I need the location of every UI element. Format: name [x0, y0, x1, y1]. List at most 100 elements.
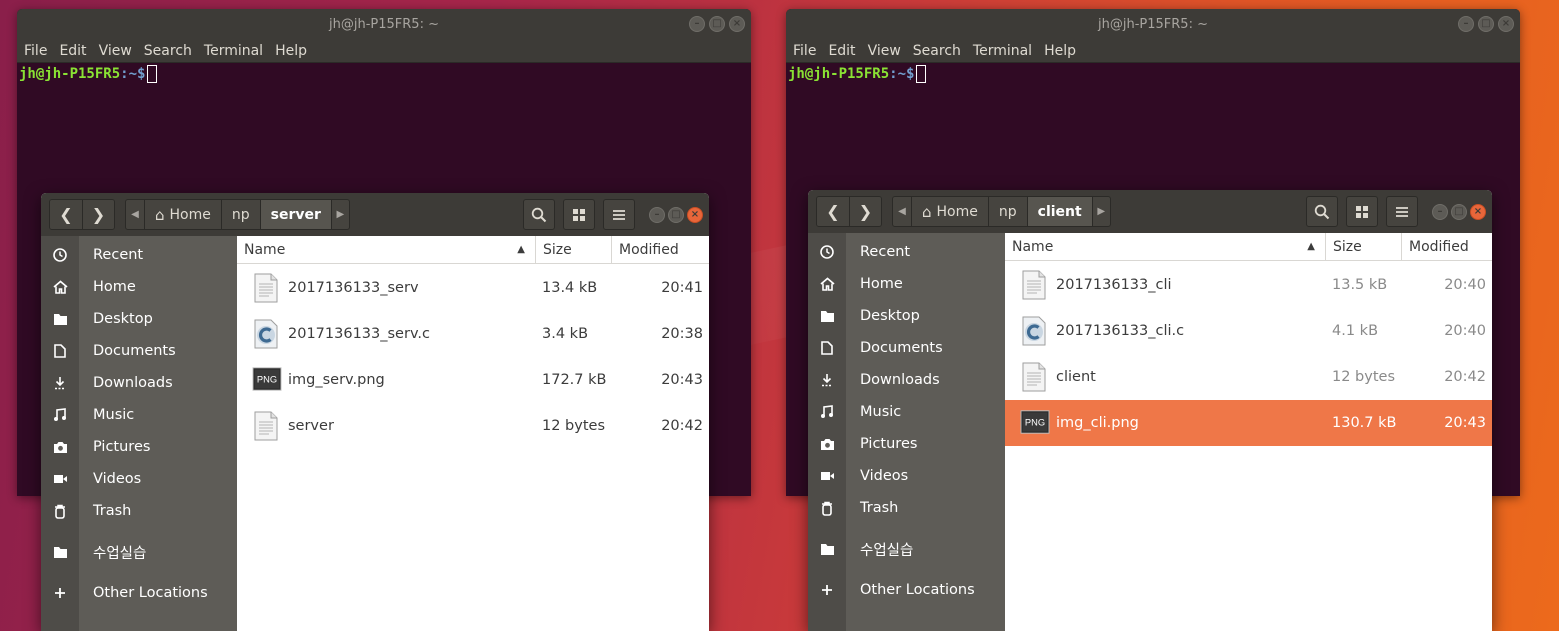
sidebar-item-3[interactable]: Documents	[41, 335, 237, 367]
menu-help[interactable]: Help	[270, 43, 314, 59]
table-row[interactable]: PNG img_serv.png 172.7 kB 20:43	[237, 357, 709, 403]
sidebar-item-8[interactable]: Trash	[808, 492, 1005, 524]
close-button[interactable]: ×	[1498, 16, 1514, 32]
navigation-buttons: ❮ ❯	[49, 199, 115, 230]
crumb-current[interactable]: client	[1026, 197, 1092, 226]
maximize-button[interactable]: □	[1478, 16, 1494, 32]
sidebar-item-10[interactable]: Other Locations	[41, 577, 237, 609]
table-row[interactable]: 2017136133_cli.c 4.1 kB 20:40	[1005, 308, 1492, 354]
menu-edit[interactable]: Edit	[823, 43, 862, 59]
menu-search[interactable]: Search	[139, 43, 199, 59]
close-button[interactable]: ×	[687, 206, 703, 223]
terminal-titlebar[interactable]: jh@jh-P15FR5: ~ – □ ×	[17, 9, 751, 39]
menu-file[interactable]: File	[19, 43, 54, 59]
sidebar-item-label: Downloads	[93, 375, 173, 391]
sidebar-item-label: Trash	[93, 503, 132, 519]
crumb-current[interactable]: server	[259, 200, 331, 229]
maximize-button[interactable]: □	[668, 206, 684, 223]
sidebar-item-7[interactable]: Videos	[808, 460, 1005, 492]
forward-button[interactable]: ❯	[82, 200, 114, 229]
menu-terminal[interactable]: Terminal	[968, 43, 1039, 59]
plus-icon	[41, 587, 79, 599]
file-size: 13.4 kB	[542, 280, 598, 296]
file-manager-window-client[interactable]: ❮ ❯ ◀ ⌂ Home np client ▶ – □ × Recent Home Desktop Doc…	[808, 190, 1492, 631]
table-row[interactable]: 2017136133_serv 13.4 kB 20:41	[237, 265, 709, 311]
crumb-home[interactable]: ⌂ Home	[144, 200, 221, 229]
column-header-modified[interactable]: Modified	[1402, 233, 1492, 260]
sidebar-item-5[interactable]: Music	[808, 396, 1005, 428]
table-row[interactable]: PNG img_cli.png 130.7 kB 20:43	[1005, 400, 1492, 446]
sidebar-item-7[interactable]: Videos	[41, 463, 237, 495]
back-button[interactable]: ❮	[50, 200, 82, 229]
trash-icon	[808, 501, 846, 516]
path-scroll-left[interactable]: ◀	[126, 200, 144, 229]
sidebar-item-1[interactable]: Home	[41, 271, 237, 303]
sidebar-item-6[interactable]: Pictures	[808, 428, 1005, 460]
sidebar-item-0[interactable]: Recent	[808, 236, 1005, 268]
crumb-label: Home	[169, 206, 211, 223]
column-header-size[interactable]: Size	[536, 236, 612, 263]
back-button[interactable]: ❮	[817, 197, 849, 226]
minimize-button[interactable]: –	[689, 16, 705, 32]
column-header-size[interactable]: Size	[1326, 233, 1402, 260]
sidebar-item-4[interactable]: Downloads	[808, 364, 1005, 396]
menu-terminal[interactable]: Terminal	[199, 43, 270, 59]
menu-help[interactable]: Help	[1039, 43, 1083, 59]
column-header-name[interactable]: Name ▲	[237, 236, 536, 263]
minimize-button[interactable]: –	[1432, 203, 1448, 220]
trash-icon	[41, 504, 79, 519]
menu-view[interactable]: View	[863, 43, 908, 59]
sidebar-item-9[interactable]: 수업실습	[808, 533, 1005, 565]
view-toggle-button[interactable]	[563, 199, 595, 230]
menu-button[interactable]	[1386, 196, 1418, 227]
crumb-home[interactable]: ⌂ Home	[911, 197, 988, 226]
menu-edit[interactable]: Edit	[54, 43, 93, 59]
sidebar-item-8[interactable]: Trash	[41, 495, 237, 527]
terminal-output[interactable]: jh@jh-P15FR5:~$	[786, 63, 1520, 85]
terminal-titlebar[interactable]: jh@jh-P15FR5: ~ – □ ×	[786, 9, 1520, 39]
table-row[interactable]: 2017136133_cli 13.5 kB 20:40	[1005, 262, 1492, 308]
c-source-icon	[1020, 316, 1048, 346]
path-scroll-left[interactable]: ◀	[893, 197, 911, 226]
menu-file[interactable]: File	[788, 43, 823, 59]
sidebar-item-9[interactable]: 수업실습	[41, 536, 237, 568]
places-sidebar: Recent Home Desktop Documents Downloads Music…	[41, 236, 237, 631]
sidebar-item-4[interactable]: Downloads	[41, 367, 237, 399]
terminal-output[interactable]: jh@jh-P15FR5:~$	[17, 63, 751, 85]
sidebar-item-5[interactable]: Music	[41, 399, 237, 431]
file-name-cell: server	[237, 411, 536, 441]
maximize-button[interactable]: □	[1451, 203, 1467, 220]
table-row[interactable]: 2017136133_serv.c 3.4 kB 20:38	[237, 311, 709, 357]
folder-icon	[41, 313, 79, 326]
close-button[interactable]: ×	[729, 16, 745, 32]
view-toggle-button[interactable]	[1346, 196, 1378, 227]
sidebar-item-2[interactable]: Desktop	[41, 303, 237, 335]
path-scroll-right[interactable]: ▶	[330, 200, 349, 229]
column-header-name[interactable]: Name ▲	[1005, 233, 1326, 260]
window-controls: – □ ×	[689, 9, 745, 39]
forward-button[interactable]: ❯	[849, 197, 881, 226]
maximize-button[interactable]: □	[709, 16, 725, 32]
file-manager-window-server[interactable]: ❮ ❯ ◀ ⌂ Home np server ▶ – □ × Recent Home Desktop Doc…	[41, 193, 709, 631]
plus-icon	[808, 584, 846, 596]
table-row[interactable]: client 12 bytes 20:42	[1005, 354, 1492, 400]
sidebar-item-6[interactable]: Pictures	[41, 431, 237, 463]
column-header-modified[interactable]: Modified	[612, 236, 709, 263]
crumb-np[interactable]: np	[220, 200, 260, 229]
close-button[interactable]: ×	[1470, 203, 1486, 220]
menu-search[interactable]: Search	[908, 43, 968, 59]
menu-view[interactable]: View	[94, 43, 139, 59]
menu-button[interactable]	[603, 199, 635, 230]
crumb-np[interactable]: np	[987, 197, 1027, 226]
table-row[interactable]: server 12 bytes 20:42	[237, 403, 709, 449]
search-button[interactable]	[523, 199, 555, 230]
sidebar-item-1[interactable]: Home	[808, 268, 1005, 300]
sidebar-item-3[interactable]: Documents	[808, 332, 1005, 364]
minimize-button[interactable]: –	[649, 206, 665, 223]
sidebar-item-10[interactable]: Other Locations	[808, 574, 1005, 606]
search-button[interactable]	[1306, 196, 1338, 227]
sidebar-item-0[interactable]: Recent	[41, 239, 237, 271]
minimize-button[interactable]: –	[1458, 16, 1474, 32]
path-scroll-right[interactable]: ▶	[1091, 197, 1110, 226]
sidebar-item-2[interactable]: Desktop	[808, 300, 1005, 332]
